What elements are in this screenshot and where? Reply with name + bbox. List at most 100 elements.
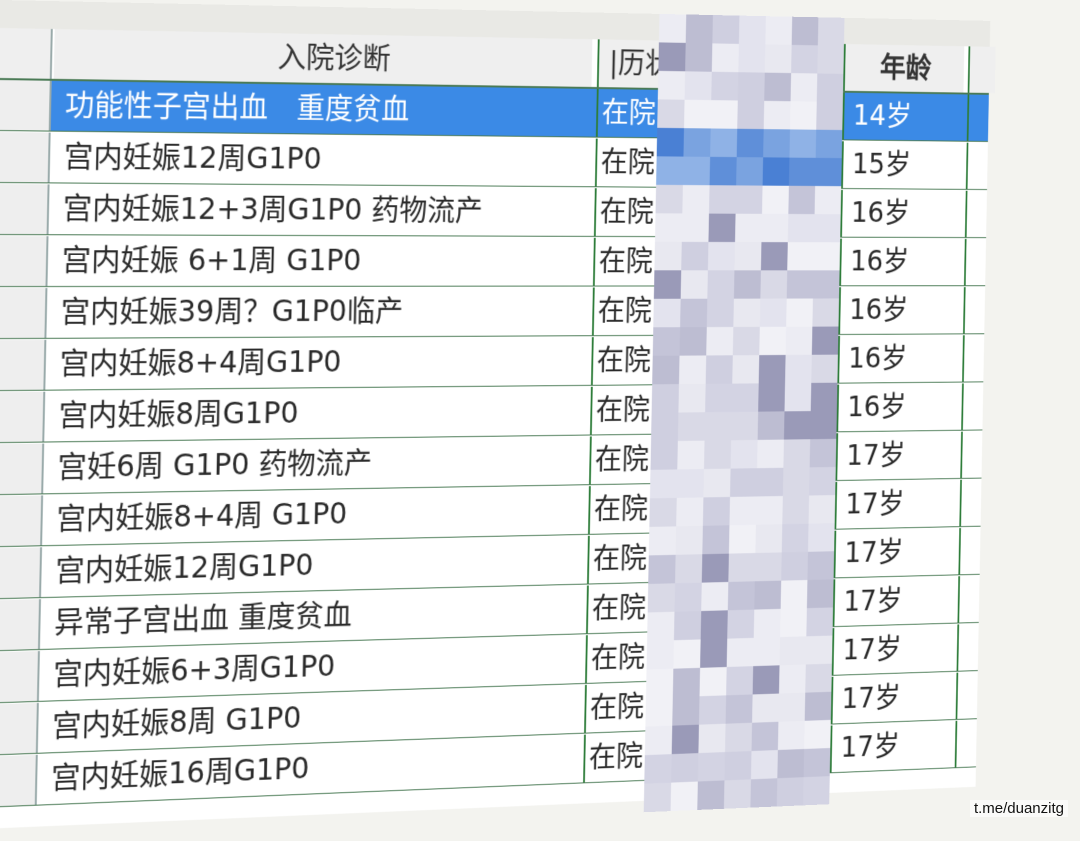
mosaic-block [750, 750, 778, 780]
cell-age[interactable]: 17岁 [835, 431, 957, 481]
cell-age[interactable]: 16岁 [840, 189, 962, 238]
mosaic-block [701, 581, 729, 612]
cell-diagnosis[interactable]: 宫内妊娠 6+1周 G1P0 [49, 236, 588, 286]
cell-age[interactable]: 17岁 [829, 721, 952, 773]
row-header[interactable] [0, 79, 52, 131]
cell-extra[interactable] [961, 383, 990, 430]
mosaic-block [680, 270, 708, 299]
mosaic-block [700, 638, 728, 668]
mosaic-block [735, 213, 763, 243]
mosaic-block [754, 552, 782, 582]
mosaic-block [678, 355, 707, 385]
mosaic-block [728, 553, 756, 582]
cell-extra[interactable] [960, 431, 989, 478]
mosaic-block [654, 241, 682, 271]
cell-age[interactable]: 16岁 [836, 383, 958, 432]
cell-age[interactable]: 15岁 [841, 141, 963, 189]
cell-age[interactable]: 17岁 [831, 624, 954, 675]
mosaic-block [784, 382, 812, 412]
column-header-extra[interactable] [967, 46, 996, 94]
row-header[interactable] [0, 288, 48, 339]
row-header[interactable] [0, 131, 51, 183]
cell-extra[interactable] [965, 142, 994, 190]
mosaic-block [709, 185, 737, 214]
row-header[interactable] [0, 650, 40, 703]
row-header[interactable] [0, 547, 43, 599]
cell-extra[interactable] [955, 671, 984, 720]
mosaic-block [789, 129, 817, 158]
cell-extra[interactable] [966, 94, 995, 142]
cell-age[interactable]: 17岁 [830, 672, 953, 724]
cell-age[interactable]: 17岁 [833, 528, 956, 578]
cell-age[interactable]: 16岁 [837, 335, 959, 383]
mosaic-block [807, 523, 835, 552]
mosaic-block [777, 748, 805, 779]
column-header-diagnosis[interactable]: 入院诊断 [53, 29, 593, 87]
mosaic-block [725, 694, 753, 724]
row-header[interactable] [0, 495, 44, 547]
row-header[interactable] [0, 702, 39, 755]
mosaic-block [781, 551, 808, 581]
cell-diagnosis[interactable]: 功能性子宫出血 重度贫血 [53, 81, 592, 137]
cell-extra[interactable] [956, 623, 985, 671]
cell-extra[interactable] [957, 575, 986, 623]
mosaic-block [724, 751, 752, 781]
cell-age[interactable]: 16岁 [838, 287, 960, 335]
column-header-age[interactable]: 年龄 [843, 44, 965, 93]
mosaic-block [709, 156, 737, 186]
mosaic-block [759, 298, 787, 327]
mosaic-block [710, 128, 738, 158]
mosaic-block [730, 439, 758, 469]
mosaic-block [803, 776, 830, 806]
mosaic-block [707, 241, 736, 271]
mosaic-block [674, 582, 702, 612]
mosaic-block [647, 583, 676, 613]
cell-extra[interactable] [954, 719, 983, 768]
mosaic-block [765, 16, 793, 45]
row-header-corner[interactable] [0, 27, 53, 79]
mosaic-block [732, 355, 760, 384]
row-header[interactable] [0, 754, 38, 807]
cell-age[interactable]: 17岁 [832, 576, 955, 627]
privacy-mosaic [643, 13, 845, 813]
mosaic-block [751, 721, 779, 752]
row-header[interactable] [0, 599, 41, 651]
cell-diagnosis[interactable]: 宫内妊娠8+4周G1P0 [47, 337, 586, 390]
cell-diagnosis[interactable]: 宫内妊娠12+3周G1P0 药物流产 [51, 184, 590, 236]
mosaic-block [680, 298, 708, 328]
mosaic-block [644, 754, 672, 784]
cell-age[interactable]: 14岁 [842, 92, 964, 141]
cell-extra[interactable] [958, 527, 987, 575]
mosaic-block [812, 298, 840, 327]
row-header[interactable] [0, 339, 47, 391]
mosaic-block [814, 185, 842, 215]
cell-diagnosis[interactable]: 宫内妊娠8+4周 G1P0 [44, 486, 583, 545]
mosaic-block [643, 782, 672, 813]
mosaic-block [788, 157, 816, 186]
cell-diagnosis[interactable]: 宫内妊娠8周G1P0 [46, 387, 585, 442]
mosaic-block [682, 185, 710, 214]
mosaic-block [700, 610, 728, 640]
cell-extra[interactable] [964, 190, 993, 238]
cell-extra[interactable] [962, 335, 991, 382]
mosaic-block [776, 777, 804, 807]
cell-diagnosis[interactable]: 宫内妊娠39周？G1P0临产 [48, 287, 587, 337]
mosaic-block [672, 696, 700, 726]
mosaic-block [655, 184, 683, 214]
row-header[interactable] [0, 184, 50, 235]
cell-diagnosis[interactable]: 宫内妊娠12周G1P0 [52, 133, 591, 187]
cell-diagnosis[interactable]: 宫妊6周 G1P0 药物流产 [45, 437, 584, 494]
row-header[interactable] [0, 236, 49, 287]
cell-extra[interactable] [963, 238, 993, 286]
cell-extra[interactable] [963, 287, 992, 334]
row-header[interactable] [0, 443, 45, 495]
mosaic-block [808, 495, 836, 524]
mosaic-block [704, 411, 732, 441]
mosaic-block [816, 101, 843, 131]
row-header[interactable] [0, 391, 46, 443]
mosaic-block [763, 129, 791, 158]
mosaic-block [752, 693, 779, 723]
cell-age[interactable]: 17岁 [834, 479, 956, 529]
cell-extra[interactable] [959, 479, 988, 527]
cell-age[interactable]: 16岁 [839, 238, 961, 286]
